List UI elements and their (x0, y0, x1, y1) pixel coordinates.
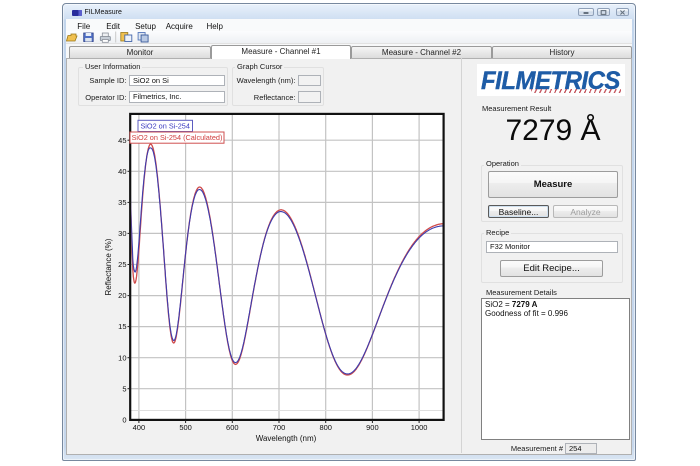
svg-text:10: 10 (118, 353, 126, 362)
svg-text:40: 40 (118, 166, 126, 175)
svg-text:20: 20 (118, 291, 126, 300)
svg-text:400: 400 (133, 423, 146, 432)
svg-text:1000: 1000 (411, 423, 428, 432)
svg-text:700: 700 (273, 423, 286, 432)
svg-text:Reflectance (%): Reflectance (%) (104, 238, 113, 295)
svg-text:Wavelength (nm): Wavelength (nm) (256, 434, 317, 443)
svg-text:25: 25 (118, 260, 126, 269)
svg-text:15: 15 (118, 322, 126, 331)
svg-text:0: 0 (122, 415, 126, 424)
svg-text:SiO2 on Si-254 (Calculated): SiO2 on Si-254 (Calculated) (132, 133, 223, 142)
svg-text:5: 5 (122, 384, 126, 393)
svg-text:SiO2 on Si-254: SiO2 on Si-254 (140, 121, 190, 130)
svg-text:30: 30 (118, 229, 126, 238)
svg-text:45: 45 (118, 135, 126, 144)
svg-text:900: 900 (366, 423, 379, 432)
svg-text:800: 800 (319, 423, 332, 432)
svg-text:500: 500 (179, 423, 192, 432)
svg-text:35: 35 (118, 198, 126, 207)
svg-text:600: 600 (226, 423, 239, 432)
